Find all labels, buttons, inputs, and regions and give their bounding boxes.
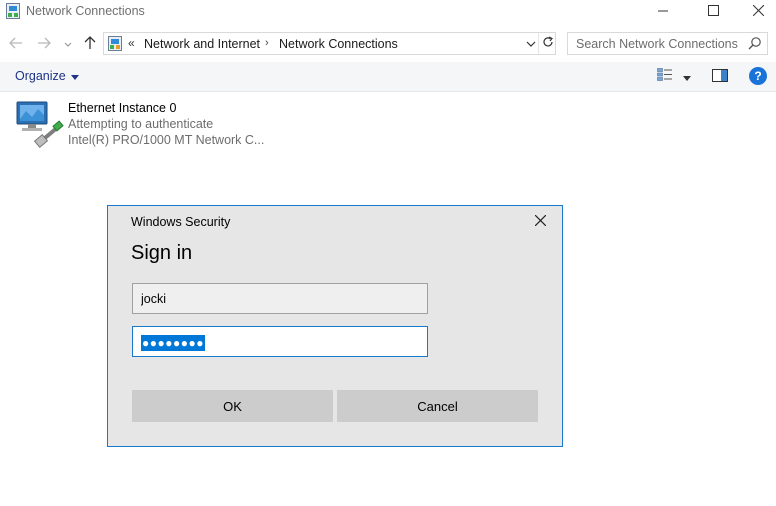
breadcrumb-separator[interactable]: ›: [265, 37, 269, 49]
breadcrumb-network-and-internet[interactable]: Network and Internet: [144, 37, 260, 51]
command-bar: Organize ?: [0, 62, 776, 92]
username-field[interactable]: [132, 283, 428, 314]
back-button[interactable]: [6, 33, 26, 55]
organize-label: Organize: [15, 69, 66, 83]
control-panel-icon: [108, 36, 122, 54]
organize-button[interactable]: Organize: [15, 69, 79, 83]
password-input[interactable]: ●●●●●●●●: [141, 335, 205, 351]
navigation-bar: « Network and Internet › Network Connect…: [0, 30, 776, 58]
change-view-button[interactable]: [657, 68, 691, 85]
dialog-title: Windows Security: [131, 215, 231, 229]
maximize-icon: [707, 5, 719, 19]
minimize-icon: [658, 5, 668, 19]
refresh-icon: [542, 36, 554, 51]
close-icon: [752, 4, 764, 19]
help-icon: ?: [754, 69, 762, 83]
search-icon[interactable]: [748, 36, 762, 53]
up-button[interactable]: [80, 33, 100, 55]
connection-status: Attempting to authenticate: [68, 117, 214, 131]
preview-pane-icon: [712, 69, 728, 85]
search-box[interactable]: Search Network Connections: [567, 32, 768, 55]
close-icon: [534, 214, 546, 229]
network-connection-item[interactable]: Ethernet Instance 0 Attempting to authen…: [10, 97, 270, 151]
window-title: Network Connections: [26, 4, 145, 18]
breadcrumb-network-connections[interactable]: Network Connections: [279, 37, 398, 51]
details-view-icon: [657, 68, 673, 85]
minimize-button[interactable]: [640, 0, 686, 24]
title-bar: Network Connections: [0, 0, 776, 24]
back-arrow-icon: [9, 37, 23, 52]
preview-pane-button[interactable]: [712, 69, 728, 85]
forward-button[interactable]: [34, 33, 54, 55]
recent-locations-button[interactable]: [62, 33, 74, 55]
help-button[interactable]: ?: [749, 67, 767, 85]
network-connections-icon: [6, 3, 20, 19]
sign-in-heading: Sign in: [131, 242, 193, 264]
connection-device: Intel(R) PRO/1000 MT Network C...: [68, 133, 265, 147]
up-arrow-icon: [84, 35, 96, 53]
maximize-button[interactable]: [690, 0, 736, 24]
windows-security-dialog: Windows Security Sign in ●●●●●●●● OK Can…: [107, 205, 563, 447]
search-placeholder[interactable]: Search Network Connections: [576, 37, 738, 51]
chevron-down-icon: [64, 37, 72, 51]
username-input[interactable]: [133, 284, 427, 313]
ok-button[interactable]: OK: [132, 390, 333, 422]
ethernet-adapter-icon: [14, 99, 64, 152]
address-history-button[interactable]: [524, 36, 538, 52]
chevron-down-icon: [683, 70, 691, 84]
forward-arrow-icon: [37, 37, 51, 52]
refresh-button[interactable]: [538, 33, 556, 54]
chevron-down-icon: [70, 69, 79, 83]
chevron-down-icon: [526, 37, 536, 51]
breadcrumb-overflow[interactable]: «: [128, 36, 135, 50]
close-button[interactable]: [735, 0, 776, 24]
dialog-close-button[interactable]: [528, 212, 552, 232]
cancel-button[interactable]: Cancel: [337, 390, 538, 422]
password-field[interactable]: ●●●●●●●●: [132, 326, 428, 357]
address-bar[interactable]: « Network and Internet › Network Connect…: [103, 32, 556, 55]
connection-name: Ethernet Instance 0: [68, 101, 177, 115]
